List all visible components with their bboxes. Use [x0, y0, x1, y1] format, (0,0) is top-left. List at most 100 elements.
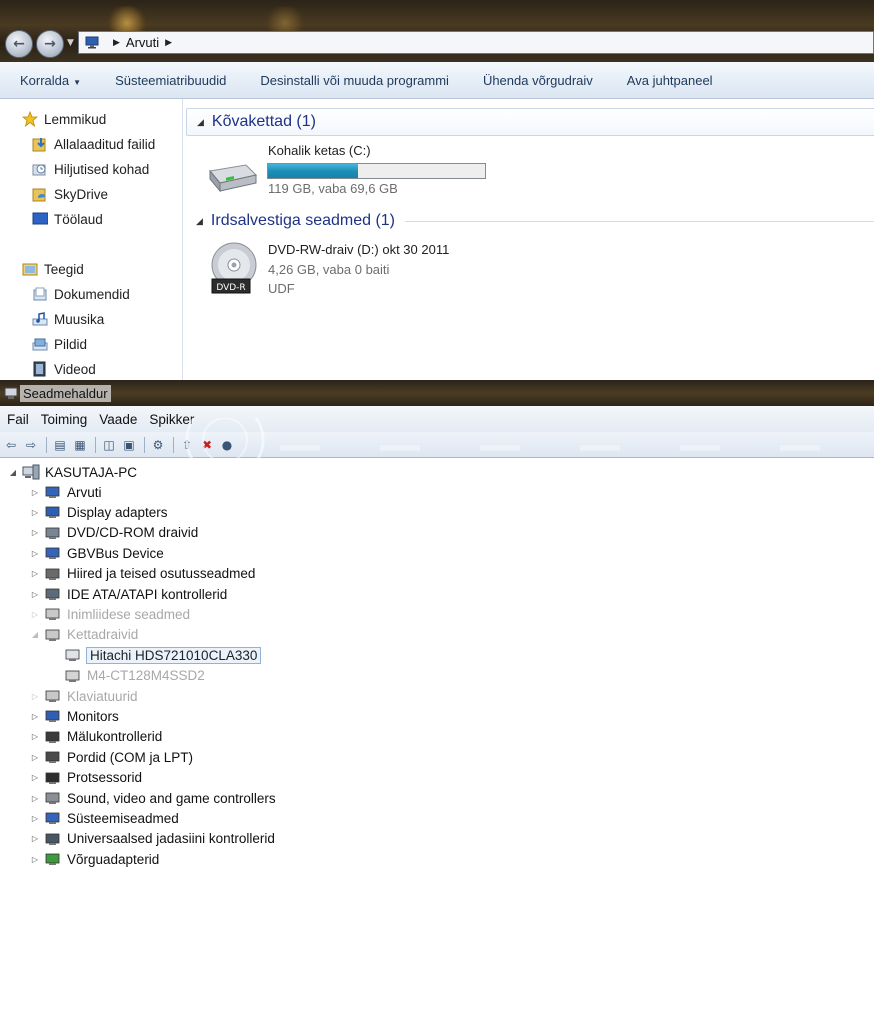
tree-root[interactable]: ◢ KASUTAJA-PC: [8, 462, 138, 482]
ide-controller-icon: [45, 588, 60, 600]
tree-category[interactable]: ▷ Display adapters: [30, 502, 169, 522]
expand-triangle-icon[interactable]: ▷: [30, 549, 40, 558]
tree-category-label: Hiired ja teised osutusseadmed: [67, 566, 256, 582]
back-button[interactable]: ←: [5, 30, 33, 58]
disable-device-icon[interactable]: ●: [218, 436, 236, 454]
breadcrumb-arvuti[interactable]: Arvuti: [126, 35, 159, 50]
menu-help[interactable]: Spikker: [143, 412, 200, 427]
tree-disk-drive-label: M4-CT128M4SSD2: [87, 668, 205, 684]
nav-downloads[interactable]: Allalaaditud failid: [32, 136, 155, 152]
device-manager-title-bar[interactable]: Seadmehaldur: [0, 380, 874, 406]
expand-triangle-icon[interactable]: ▷: [30, 610, 40, 619]
properties-icon[interactable]: ▣: [120, 436, 138, 454]
navigation-pane: Lemmikud Allalaaditud failid Hiljutised …: [0, 99, 183, 380]
tree-category[interactable]: ▷ GBVBus Device: [30, 543, 165, 563]
group-removable-storage[interactable]: ◢ Irdsalvestiga seadmed (1): [186, 207, 874, 235]
scan-hardware-icon[interactable]: ⚙: [149, 436, 167, 454]
expand-triangle-icon[interactable]: ▷: [30, 590, 40, 599]
forward-arrow-icon[interactable]: ⇨: [22, 436, 40, 454]
device-icon: [45, 547, 60, 560]
menu-view[interactable]: Vaade: [93, 412, 143, 427]
address-bar[interactable]: ▶ Arvuti ▶: [78, 31, 874, 54]
tree-category[interactable]: ◢ Kettadraivid: [30, 625, 139, 645]
back-arrow-icon[interactable]: ⇦: [2, 436, 20, 454]
recent-pages-dropdown[interactable]: ▼: [67, 38, 74, 48]
map-network-drive-button[interactable]: Ühenda võrgudraiv: [466, 73, 610, 88]
drive-d[interactable]: DVD-R DVD-RW-draiv (D:) okt 30 2011 4,26…: [206, 238, 506, 300]
collapse-triangle-icon[interactable]: ◢: [8, 468, 18, 477]
tree-category[interactable]: ▷ Universaalsed jadasiini kontrollerid: [30, 829, 276, 849]
expand-triangle-icon[interactable]: ▷: [30, 712, 40, 721]
tree-disk-drive[interactable]: Hitachi HDS721010CLA330: [64, 645, 262, 665]
nav-recent-places[interactable]: Hiljutised kohad: [32, 161, 149, 177]
menu-action[interactable]: Toiming: [35, 412, 94, 427]
dvd-drive-icon: [45, 527, 60, 539]
tree-category[interactable]: ▷ Monitors: [30, 706, 120, 726]
tree-category[interactable]: ▷ Inimliidese seadmed: [30, 604, 191, 624]
nav-favorites-label: Lemmikud: [44, 111, 107, 127]
nav-music[interactable]: Muusika: [32, 311, 104, 327]
tree-category[interactable]: ▷ IDE ATA/ATAPI kontrollerid: [30, 584, 228, 604]
tree-category[interactable]: ▷ Sound, video and game controllers: [30, 788, 277, 808]
organize-label: Korralda: [20, 72, 70, 88]
libraries-icon: [22, 263, 38, 276]
console-tree-icon[interactable]: ▤: [51, 436, 69, 454]
drive-c[interactable]: Kohalik ketas (C:) 119 GB, vaba 69,6 GB: [206, 139, 506, 199]
tree-category[interactable]: ▷ DVD/CD-ROM draivid: [30, 523, 199, 543]
expand-triangle-icon[interactable]: ▷: [30, 569, 40, 578]
help-icon[interactable]: ◫: [100, 436, 118, 454]
expand-triangle-icon[interactable]: ▷: [30, 732, 40, 741]
collapse-triangle-icon[interactable]: ◢: [196, 216, 203, 227]
nav-favorites[interactable]: Lemmikud: [22, 111, 106, 127]
update-driver-icon[interactable]: ⇧: [178, 436, 196, 454]
tree-category[interactable]: ▷ Protsessorid: [30, 768, 143, 788]
menu-file[interactable]: Fail: [0, 412, 35, 427]
tree-category-label: Protsessorid: [67, 770, 143, 786]
expand-triangle-icon[interactable]: ▷: [30, 855, 40, 864]
network-adapter-icon: [45, 853, 60, 866]
system-properties-button[interactable]: Süsteemiatribuudid: [98, 73, 243, 88]
tree-category[interactable]: ▷ Võrguadapterid: [30, 849, 160, 869]
uninstall-program-button[interactable]: Desinstalli või muuda programmi: [243, 73, 466, 88]
expand-triangle-icon[interactable]: ▷: [30, 794, 40, 803]
nav-documents[interactable]: Dokumendid: [32, 286, 130, 302]
port-icon: [45, 751, 60, 764]
expand-triangle-icon[interactable]: ▷: [30, 814, 40, 823]
expand-triangle-icon[interactable]: ▷: [30, 488, 40, 497]
group-hard-disk-drives[interactable]: ◢ Kõvakettad (1): [186, 108, 874, 136]
uninstall-device-icon[interactable]: ✖: [198, 436, 216, 454]
expand-triangle-icon[interactable]: ▷: [30, 753, 40, 762]
tree-category[interactable]: ▷ Süsteemiseadmed: [30, 808, 180, 828]
breadcrumb-separator[interactable]: ▶: [113, 38, 120, 48]
collapse-triangle-icon[interactable]: ◢: [197, 117, 204, 128]
expand-triangle-icon[interactable]: ▷: [30, 834, 40, 843]
expand-triangle-icon[interactable]: ▷: [30, 508, 40, 517]
nav-skydrive[interactable]: SkyDrive: [32, 186, 108, 202]
mouse-icon: [45, 568, 60, 580]
tree-category[interactable]: ▷ Klaviatuurid: [30, 686, 139, 706]
nav-libraries[interactable]: Teegid: [22, 261, 84, 277]
tree-category[interactable]: ▷ Pordid (COM ja LPT): [30, 747, 194, 767]
tree-category[interactable]: ▷ Hiired ja teised osutusseadmed: [30, 564, 256, 584]
expand-triangle-icon[interactable]: ▷: [30, 692, 40, 701]
open-control-panel-button[interactable]: Ava juhtpaneel: [610, 73, 730, 88]
nav-videos[interactable]: Videod: [32, 361, 96, 377]
group-divider: [405, 220, 874, 222]
tree-root-label: KASUTAJA-PC: [45, 464, 138, 480]
tree-category[interactable]: ▷ Mälukontrollerid: [30, 727, 163, 747]
expand-triangle-icon[interactable]: ▷: [30, 528, 40, 537]
breadcrumb-separator[interactable]: ▶: [165, 38, 172, 48]
usb-icon: [45, 833, 60, 845]
tree-disk-drive[interactable]: M4-CT128M4SSD2: [64, 666, 206, 686]
collapse-triangle-icon[interactable]: ◢: [30, 630, 40, 639]
tree-category[interactable]: ▷ Arvuti: [30, 482, 103, 502]
nav-desktop[interactable]: Töölaud: [32, 211, 103, 227]
forward-button[interactable]: →: [36, 30, 64, 58]
tree-category-label: Arvuti: [67, 484, 102, 500]
organize-button[interactable]: Korralda ▼: [0, 73, 98, 88]
properties-window-icon[interactable]: ▦: [71, 436, 89, 454]
nav-pictures[interactable]: Pildid: [32, 336, 87, 352]
tree-category-label: Kettadraivid: [67, 627, 139, 643]
expand-triangle-icon[interactable]: ▷: [30, 773, 40, 782]
tree-category-label: Sound, video and game controllers: [67, 790, 276, 806]
